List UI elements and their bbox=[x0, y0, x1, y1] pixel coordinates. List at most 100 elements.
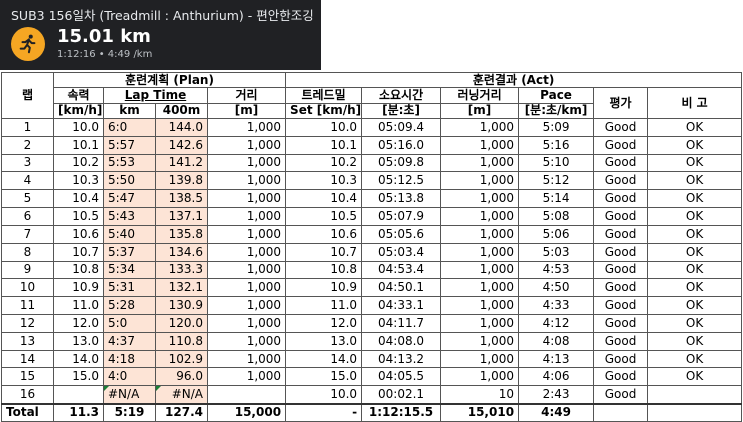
table-row: 10 10.9 5:31 132.1 1,000 10.9 04:50.1 1,000 4:50… bbox=[1, 278, 743, 298]
activity-duration-pace: 1:12:16 • 4:49 /km bbox=[57, 49, 153, 60]
pace-cell: 5:06 bbox=[518, 224, 595, 244]
lap-header: 랩 bbox=[1, 72, 54, 119]
distance-cell: 1,000 bbox=[206, 171, 287, 191]
treadmill-cell: 10.9 bbox=[285, 278, 363, 298]
distance-cell: 15,000 bbox=[206, 402, 287, 422]
run-distance-cell: 1,000 bbox=[440, 296, 520, 315]
speed-cell: 10.0 bbox=[53, 117, 104, 137]
km-time-cell: 5:37 bbox=[103, 242, 156, 262]
total-row: Total 11.3 5:19 127.4 15,000-1:12:15.5 15,010… bbox=[1, 402, 743, 422]
run-distance-cell: 1,000 bbox=[440, 135, 520, 155]
m400-time-cell: 138.5 bbox=[155, 189, 208, 209]
m400-time-cell: 110.8 bbox=[155, 331, 208, 351]
lap-cell: 7 bbox=[1, 224, 54, 244]
lap-cell: 14 bbox=[1, 349, 54, 369]
table-row: 4 10.3 5:50 139.8 1,000 10.3 05:12.5 1,000 5:12 G… bbox=[1, 171, 743, 191]
km-time-cell: 5:31 bbox=[103, 278, 156, 298]
m400-header: 400m bbox=[155, 102, 208, 119]
run-distance-cell: 1,000 bbox=[440, 367, 520, 387]
note-cell: OK bbox=[647, 242, 743, 262]
km-time-cell: 5:53 bbox=[103, 153, 156, 173]
run-distance-header: 러닝거리 bbox=[440, 87, 520, 104]
lap-cell: 9 bbox=[1, 260, 54, 280]
table-row: 12 12.0 5:0 120.0 1,000 12.0 04:11.7 1,000 4:12 G… bbox=[1, 314, 743, 333]
pace-cell: 4:12 bbox=[518, 314, 595, 333]
distance-cell: 1,000 bbox=[206, 135, 287, 155]
km-time-cell: 6:0 bbox=[103, 117, 156, 137]
lap-cell: 6 bbox=[1, 207, 54, 226]
note-cell: OK bbox=[647, 367, 743, 387]
km-time-cell: 5:19 bbox=[103, 402, 156, 422]
run-distance-cell: 1,000 bbox=[440, 171, 520, 191]
note-cell: OK bbox=[647, 224, 743, 244]
table-row: 7 10.6 5:40 135.8 1,000 10.6 05:05.6 1,000 5:06 G… bbox=[1, 224, 743, 244]
duration-cell: 04:13.2 bbox=[361, 349, 442, 369]
evaluation-cell: Good bbox=[593, 207, 649, 226]
m400-time-cell: 132.1 bbox=[155, 278, 208, 298]
treadmill-cell: 10.3 bbox=[285, 171, 363, 191]
treadmill-unit: Set [km/h] bbox=[285, 102, 363, 119]
treadmill-header: 트레드밀 bbox=[285, 87, 363, 104]
lap-cell: 11 bbox=[1, 296, 54, 315]
duration-unit: [분:초] bbox=[361, 102, 442, 119]
evaluation-cell: Good bbox=[593, 296, 649, 315]
table-row: 8 10.7 5:37 134.6 1,000 10.7 05:03.4 1,000 5:03 G… bbox=[1, 242, 743, 262]
training-log-table: 랩 훈련계획 (Plan) 훈련결과 (Act) 속력 Lap Time 거리 … bbox=[1, 71, 743, 422]
distance-cell: 1,000 bbox=[206, 331, 287, 351]
distance-cell: 1,000 bbox=[206, 349, 287, 369]
activity-card[interactable]: SUB3 156일차 (Treadmill : Anthurium) - 편안한… bbox=[0, 0, 321, 70]
note-cell: OK bbox=[647, 314, 743, 333]
pace-cell: 4:50 bbox=[518, 278, 595, 298]
evaluation-cell: Good bbox=[593, 331, 649, 351]
run-distance-cell: 1,000 bbox=[440, 260, 520, 280]
note-cell: OK bbox=[647, 153, 743, 173]
pace-cell: 5:14 bbox=[518, 189, 595, 209]
km-time-cell: 5:50 bbox=[103, 171, 156, 191]
m400-time-cell: 137.1 bbox=[155, 207, 208, 226]
km-time-cell: 4:0 bbox=[103, 367, 156, 387]
pace-cell: 4:08 bbox=[518, 331, 595, 351]
note-header: 비 고 bbox=[647, 87, 743, 119]
speed-cell: 11.0 bbox=[53, 296, 104, 315]
run-distance-cell: 1,000 bbox=[440, 331, 520, 351]
distance-cell: 1,000 bbox=[206, 314, 287, 333]
pace-cell: 5:09 bbox=[518, 117, 595, 137]
run-distance-cell: 1,000 bbox=[440, 117, 520, 137]
run-distance-cell: 1,000 bbox=[440, 189, 520, 209]
speed-cell: 10.2 bbox=[53, 153, 104, 173]
evaluation-cell: Good bbox=[593, 117, 649, 137]
lap-cell: 13 bbox=[1, 331, 54, 351]
note-cell: OK bbox=[647, 278, 743, 298]
speed-cell: 14.0 bbox=[53, 349, 104, 369]
activity-title: SUB3 156일차 (Treadmill : Anthurium) - 편안한… bbox=[11, 8, 314, 23]
treadmill-cell: 10.0 bbox=[285, 385, 363, 405]
evaluation-cell: Good bbox=[593, 153, 649, 173]
m400-time-cell: 135.8 bbox=[155, 224, 208, 244]
note-cell bbox=[647, 402, 743, 422]
speed-cell: 10.3 bbox=[53, 171, 104, 191]
duration-cell: 04:08.0 bbox=[361, 331, 442, 351]
treadmill-cell: 10.7 bbox=[285, 242, 363, 262]
treadmill-cell: 15.0 bbox=[285, 367, 363, 387]
distance-cell bbox=[206, 385, 287, 405]
duration-cell: 04:11.7 bbox=[361, 314, 442, 333]
speed-cell: 10.5 bbox=[53, 207, 104, 226]
duration-cell: 05:12.5 bbox=[361, 171, 442, 191]
duration-cell: 05:03.4 bbox=[361, 242, 442, 262]
run-distance-cell: 1,000 bbox=[440, 278, 520, 298]
distance-cell: 1,000 bbox=[206, 278, 287, 298]
evaluation-cell: Good bbox=[593, 314, 649, 333]
table-row: 16 #N/A #N/A 10.0 00:02.1 10 2:43 Good bbox=[1, 385, 743, 405]
note-cell bbox=[647, 385, 743, 405]
treadmill-cell: 13.0 bbox=[285, 331, 363, 351]
m400-time-cell: #N/A bbox=[155, 385, 208, 405]
km-header: km bbox=[103, 102, 156, 119]
speed-cell: 13.0 bbox=[53, 331, 104, 351]
pace-cell: 4:33 bbox=[518, 296, 595, 315]
m400-time-cell: 133.3 bbox=[155, 260, 208, 280]
duration-cell: 04:33.1 bbox=[361, 296, 442, 315]
lap-cell: 1 bbox=[1, 117, 54, 137]
note-cell: OK bbox=[647, 207, 743, 226]
speed-cell: 12.0 bbox=[53, 314, 104, 333]
distance-cell: 1,000 bbox=[206, 224, 287, 244]
